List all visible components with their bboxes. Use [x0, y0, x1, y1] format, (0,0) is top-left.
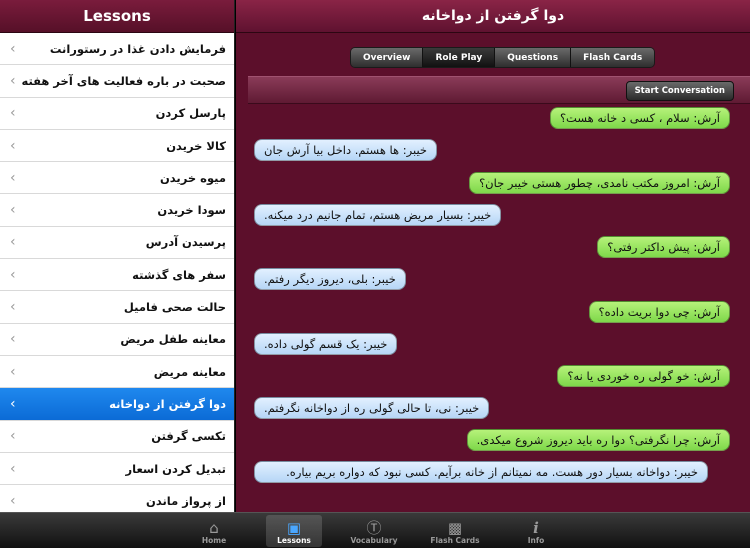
- lesson-label: پرسیدن آدرس: [145, 235, 226, 250]
- tab-flash-cards[interactable]: ▩ Flash Cards: [427, 515, 483, 547]
- message-bubble-arash[interactable]: آرش: پیش داکتر رفتی؟: [597, 236, 730, 258]
- message-bubble-khyber[interactable]: خیبر: بسیار مریض هستم، تمام جانیم درد می…: [254, 204, 502, 226]
- message-bubble-khyber[interactable]: خیبر: نی، تا حالی گولی ره از دواخانه نگر…: [254, 397, 490, 419]
- chevron-right-icon: ›: [10, 492, 16, 509]
- lesson-detail-panel: دوا گرفتن از دواخانه Overview Role Play …: [236, 0, 750, 512]
- chevron-right-icon: ›: [10, 395, 16, 412]
- tab-overview[interactable]: Overview: [351, 48, 424, 67]
- lesson-label: صحبت در باره فعالیت های آخر هفته: [21, 73, 226, 88]
- bottom-tab-bar: ⌂ Home ▣ Lessons Ⓣ Vocabulary ▩ Flash Ca…: [0, 512, 750, 548]
- lesson-item[interactable]: میوه خریدن ›: [0, 162, 234, 195]
- message-bubble-arash[interactable]: آرش: چی دوا بریت داده؟: [588, 301, 730, 323]
- lesson-item[interactable]: کالا خریدن ›: [0, 129, 234, 163]
- message-bubble-khyber[interactable]: خیبر: دواخانه بسیار دور هست. مه نمیتانم …: [254, 461, 708, 483]
- message-bubble-arash[interactable]: آرش: چرا نگرفتی؟ دوا ره باید دیروز شروع …: [466, 429, 730, 451]
- lesson-item[interactable]: تبدیل کردن اسعار ›: [0, 452, 234, 486]
- info-icon: i: [533, 519, 539, 537]
- message-bubble-khyber[interactable]: خیبر: ها هستم. داخل بیا آرش جان: [254, 139, 438, 161]
- tab-label: Info: [527, 536, 545, 545]
- lesson-label: میوه خریدن: [159, 170, 226, 185]
- lesson-item[interactable]: معاینه مریض ›: [0, 355, 234, 389]
- tab-label: Lessons: [277, 536, 311, 545]
- lesson-item[interactable]: سفر های گذشته ›: [0, 259, 234, 292]
- lesson-item[interactable]: معاینه طفل مریض ›: [0, 323, 234, 356]
- lesson-item[interactable]: پرسیدن آدرس ›: [0, 226, 234, 260]
- lessons-panel: Lessons فرمایش دادن غذا در رستورانت › صحب…: [0, 0, 235, 518]
- chevron-right-icon: ›: [10, 363, 16, 380]
- lesson-item[interactable]: صحبت در باره فعالیت های آخر هفته ›: [0, 65, 234, 98]
- chevron-right-icon: ›: [10, 266, 16, 283]
- lesson-item-selected[interactable]: دوا گرفتن از دواخانه ›: [0, 388, 234, 421]
- lesson-item[interactable]: حالت صحی فامیل ›: [0, 291, 234, 324]
- lesson-label: معاینه طفل مریض: [120, 332, 226, 347]
- lesson-item[interactable]: پارسل کردن ›: [0, 97, 234, 130]
- chevron-right-icon: ›: [10, 72, 16, 89]
- lesson-list: فرمایش دادن غذا در رستورانت › صحبت در بار…: [0, 33, 234, 518]
- tab-questions[interactable]: Questions: [495, 48, 572, 67]
- lesson-item[interactable]: سودا خریدن ›: [0, 194, 234, 227]
- tab-vocabulary[interactable]: Ⓣ Vocabulary: [346, 515, 402, 547]
- lesson-label: تبدیل کردن اسعار: [125, 461, 227, 476]
- message-bubble-arash[interactable]: آرش: امروز مکتب نامدی، چطور هستی خیبر جا…: [469, 172, 730, 194]
- chevron-right-icon: ›: [10, 428, 16, 445]
- lesson-label: کالا خریدن: [166, 138, 226, 153]
- chevron-right-icon: ›: [10, 299, 16, 316]
- chevron-right-icon: ›: [10, 234, 16, 251]
- chevron-right-icon: ›: [10, 202, 16, 219]
- chevron-right-icon: ›: [10, 331, 16, 348]
- chevron-right-icon: ›: [10, 137, 16, 154]
- tab-role-play[interactable]: Role Play: [423, 48, 496, 67]
- tab-label: Vocabulary: [350, 536, 398, 545]
- tab-lessons[interactable]: ▣ Lessons: [266, 515, 322, 547]
- lesson-label: پارسل کردن: [155, 106, 226, 121]
- home-icon: ⌂: [209, 519, 219, 537]
- lessons-title: Lessons: [0, 0, 234, 33]
- message-bubble-arash[interactable]: آرش: خو گولی ره خوردی یا نه؟: [557, 365, 730, 387]
- message-bubble-khyber[interactable]: خیبر: بلی، دیروز دیگر رفتم.: [254, 268, 406, 290]
- start-conversation-button[interactable]: Start Conversation: [625, 81, 734, 101]
- lesson-label: سودا خریدن: [157, 203, 226, 218]
- chevron-right-icon: ›: [10, 40, 16, 57]
- tab-label: Home: [201, 536, 227, 545]
- chevron-right-icon: ›: [10, 460, 16, 477]
- lesson-label: سفر های گذشته: [132, 267, 226, 282]
- message-bubble-khyber[interactable]: خیبر: یک قسم گولی داده.: [254, 333, 398, 355]
- cards-icon: ▩: [447, 519, 463, 537]
- lesson-title: دوا گرفتن از دواخانه: [236, 0, 750, 33]
- tab-info[interactable]: i Info: [508, 515, 564, 547]
- lesson-label: دوا گرفتن از دواخانه: [109, 396, 226, 411]
- lesson-label: معاینه مریض: [153, 364, 226, 379]
- v-icon: Ⓣ: [366, 519, 382, 537]
- chevron-right-icon: ›: [10, 169, 16, 186]
- lesson-label: فرمایش دادن غذا در رستورانت: [49, 41, 226, 56]
- book-icon: ▣: [286, 519, 302, 537]
- tab-label: Flash Cards: [430, 536, 480, 545]
- tab-flash-cards[interactable]: Flash Cards: [571, 48, 655, 67]
- lesson-item[interactable]: تکسی گرفتن ›: [0, 420, 234, 453]
- lesson-label: تکسی گرفتن: [151, 429, 226, 444]
- view-segmented-control: Overview Role Play Questions Flash Cards: [350, 47, 656, 68]
- conversation-toolbar: Start Conversation: [248, 76, 750, 104]
- message-bubble-arash[interactable]: آرش: سلام ، کسی د خانه هست؟: [549, 107, 730, 129]
- tab-home[interactable]: ⌂ Home: [186, 515, 242, 547]
- lesson-label: از پرواز ماندن: [146, 493, 226, 508]
- lesson-item[interactable]: فرمایش دادن غذا در رستورانت ›: [0, 33, 234, 66]
- chevron-right-icon: ›: [10, 105, 16, 122]
- lesson-label: حالت صحی فامیل: [123, 300, 226, 315]
